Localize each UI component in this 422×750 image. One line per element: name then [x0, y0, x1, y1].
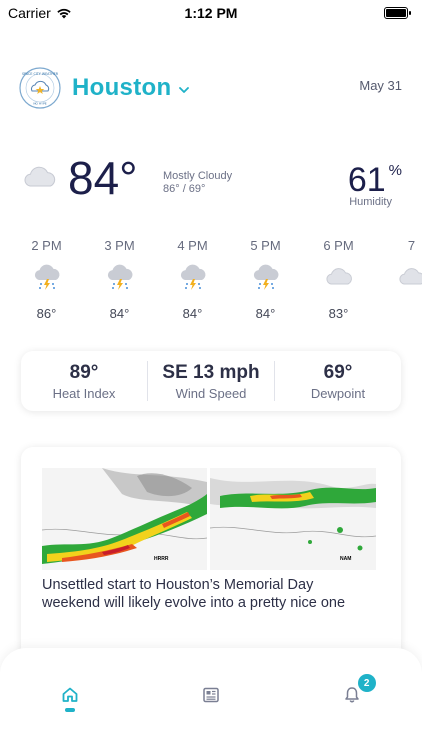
carrier-label: Carrier [8, 5, 51, 21]
hour-temp: 84° [109, 306, 130, 321]
current-summary: Mostly Cloudy 86° / 69° [163, 170, 232, 196]
cloudy-icon [24, 166, 56, 187]
tab-news[interactable] [191, 686, 231, 704]
hrrr-radar-map: HRRR [42, 468, 208, 570]
space-city-weather-logo: SPACE CITY WEATHER NO HYPE [19, 67, 61, 109]
battery-icon [384, 7, 411, 19]
hour-time: 6 PM [323, 238, 354, 253]
hour-item: 5 PM 84° [229, 238, 302, 328]
current-condition: Mostly Cloudy [163, 170, 233, 182]
tab-notifications[interactable]: 2 [332, 674, 376, 704]
hour-time: 2 PM [31, 238, 62, 253]
wifi-icon [57, 8, 71, 19]
hour-item: 6 PM 83° [302, 238, 375, 328]
humidity-value: 61 [347, 161, 386, 199]
article-image[interactable]: HRRR NAM [42, 468, 376, 570]
cloudy-icon [398, 268, 422, 285]
hour-time: 3 PM [104, 238, 135, 253]
bell-icon [344, 687, 359, 703]
hour-time: 7 [407, 238, 416, 253]
thunderstorm-icon [34, 264, 59, 290]
thunderstorm-icon [180, 264, 205, 290]
hour-item: 2 PM 86° [10, 238, 83, 328]
conditions-card: 89° Heat Index SE 13 mph Wind Speed 69° … [21, 351, 401, 411]
nam-radar-map: NAM [210, 468, 376, 570]
hour-temp: 86° [36, 306, 57, 321]
humidity-label: Humidity [349, 196, 392, 208]
current-date: May 31 [359, 78, 402, 93]
humidity: 61% Humidity [312, 162, 402, 208]
news-icon [203, 687, 219, 703]
hrrr-label: HRRR [154, 556, 169, 562]
tab-bar: 2 [0, 648, 422, 750]
hour-time: 4 PM [177, 238, 208, 253]
dewpoint: 69° Dewpoint [275, 362, 401, 401]
nam-label: NAM [340, 556, 352, 562]
dewpoint-label: Dewpoint [310, 385, 366, 401]
hour-item: 7 [375, 238, 422, 328]
radar-map-graphic [210, 468, 376, 570]
active-tab-indicator [65, 708, 76, 712]
current-conditions: 84° Mostly Cloudy 86° / 69° 61% Humidity [22, 152, 402, 214]
high-low: 86° / 69° [163, 183, 206, 195]
hour-temp: 84° [255, 306, 276, 321]
cloudy-icon [325, 268, 352, 285]
current-temperature: 84° [68, 152, 138, 204]
hourly-forecast[interactable]: 2 PM 86° 3 PM 84° 4 PM 84° 5 PM 84° 6 PM… [10, 238, 422, 328]
dewpoint-value: 69° [323, 361, 353, 383]
hour-item: 4 PM 84° [156, 238, 229, 328]
notification-badge: 2 [357, 674, 376, 692]
heat-index-value: 89° [69, 361, 99, 383]
hour-temp: 84° [182, 306, 203, 321]
hour-item: 3 PM 84° [83, 238, 156, 328]
status-bar: Carrier 1:12 PM [0, 0, 422, 26]
tab-home[interactable] [50, 686, 90, 712]
thunderstorm-icon [253, 264, 278, 290]
hour-time: 5 PM [250, 238, 281, 253]
humidity-unit: % [388, 162, 402, 179]
svg-text:NO HYPE: NO HYPE [33, 102, 46, 106]
status-left: Carrier [8, 5, 72, 21]
wind-speed: SE 13 mph Wind Speed [148, 362, 274, 401]
city-name[interactable]: Houston [72, 74, 171, 102]
chevron-down-icon[interactable] [179, 86, 190, 94]
wind-speed-label: Wind Speed [175, 385, 247, 401]
hour-temp: 83° [328, 306, 349, 321]
heat-index: 89° Heat Index [21, 362, 147, 401]
wind-speed-value: SE 13 mph [162, 361, 260, 383]
radar-map-graphic [42, 468, 208, 570]
header: SPACE CITY WEATHER NO HYPE Houston May 3… [18, 62, 402, 114]
home-icon [62, 687, 78, 702]
heat-index-label: Heat Index [52, 385, 116, 401]
svg-text:SPACE CITY WEATHER: SPACE CITY WEATHER [22, 72, 59, 76]
article-title[interactable]: Unsettled start to Houston’s Memorial Da… [42, 576, 372, 612]
thunderstorm-icon [107, 264, 132, 290]
